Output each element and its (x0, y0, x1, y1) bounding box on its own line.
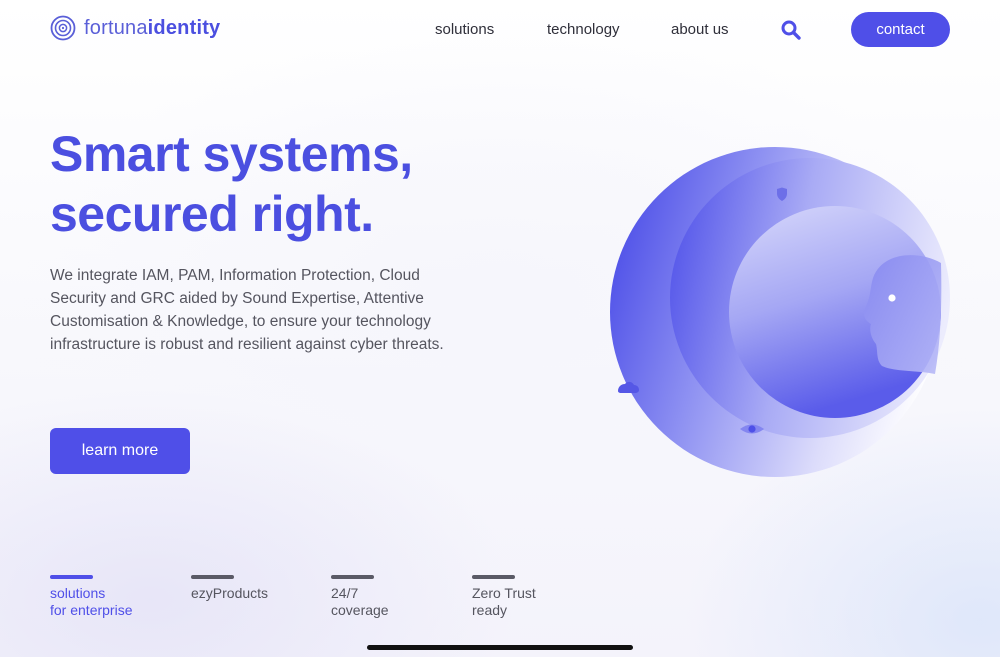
tab-label: solutions for enterprise (50, 585, 133, 618)
tab-zero-trust-ready[interactable]: Zero Trust ready (472, 575, 592, 619)
tab-ezyproducts[interactable]: ezyProducts (191, 575, 311, 602)
tab-indicator (331, 575, 374, 579)
tab-label: Zero Trust ready (472, 585, 536, 618)
logo-text: fortunaidentity (84, 17, 220, 40)
hero-title-line1: Smart systems, (50, 126, 413, 182)
hero-illustration (610, 147, 950, 477)
nav-technology[interactable]: technology (547, 21, 620, 38)
tab-indicator (472, 575, 515, 579)
learn-more-button[interactable]: learn more (50, 428, 190, 474)
tab-label: ezyProducts (191, 585, 269, 601)
tab-indicator (50, 575, 93, 579)
home-indicator[interactable] (367, 645, 633, 650)
nav-solutions[interactable]: solutions (435, 21, 494, 38)
search-icon[interactable] (780, 19, 802, 41)
hero-title-line2: secured right. (50, 186, 374, 242)
hero-title: Smart systems, secured right. (50, 124, 490, 244)
logo-text-part1: fortuna (84, 16, 148, 39)
tab-label: 24/7 coverage (331, 585, 389, 618)
site-header: fortunaidentity solutions technology abo… (0, 0, 1000, 62)
tab-indicator (191, 575, 234, 579)
tab-24-7-coverage[interactable]: 24/7 coverage (331, 575, 451, 619)
logo[interactable]: fortunaidentity (50, 14, 220, 42)
hero-description: We integrate IAM, PAM, Information Prote… (50, 267, 444, 353)
face-eye-dot (888, 294, 896, 302)
nav-about-us[interactable]: about us (671, 21, 729, 38)
fingerprint-logo-icon (50, 15, 76, 41)
logo-text-part2: identity (147, 16, 221, 39)
contact-button[interactable]: contact (851, 12, 950, 47)
tab-solutions-for-enterprise[interactable]: solutions for enterprise (50, 575, 170, 619)
